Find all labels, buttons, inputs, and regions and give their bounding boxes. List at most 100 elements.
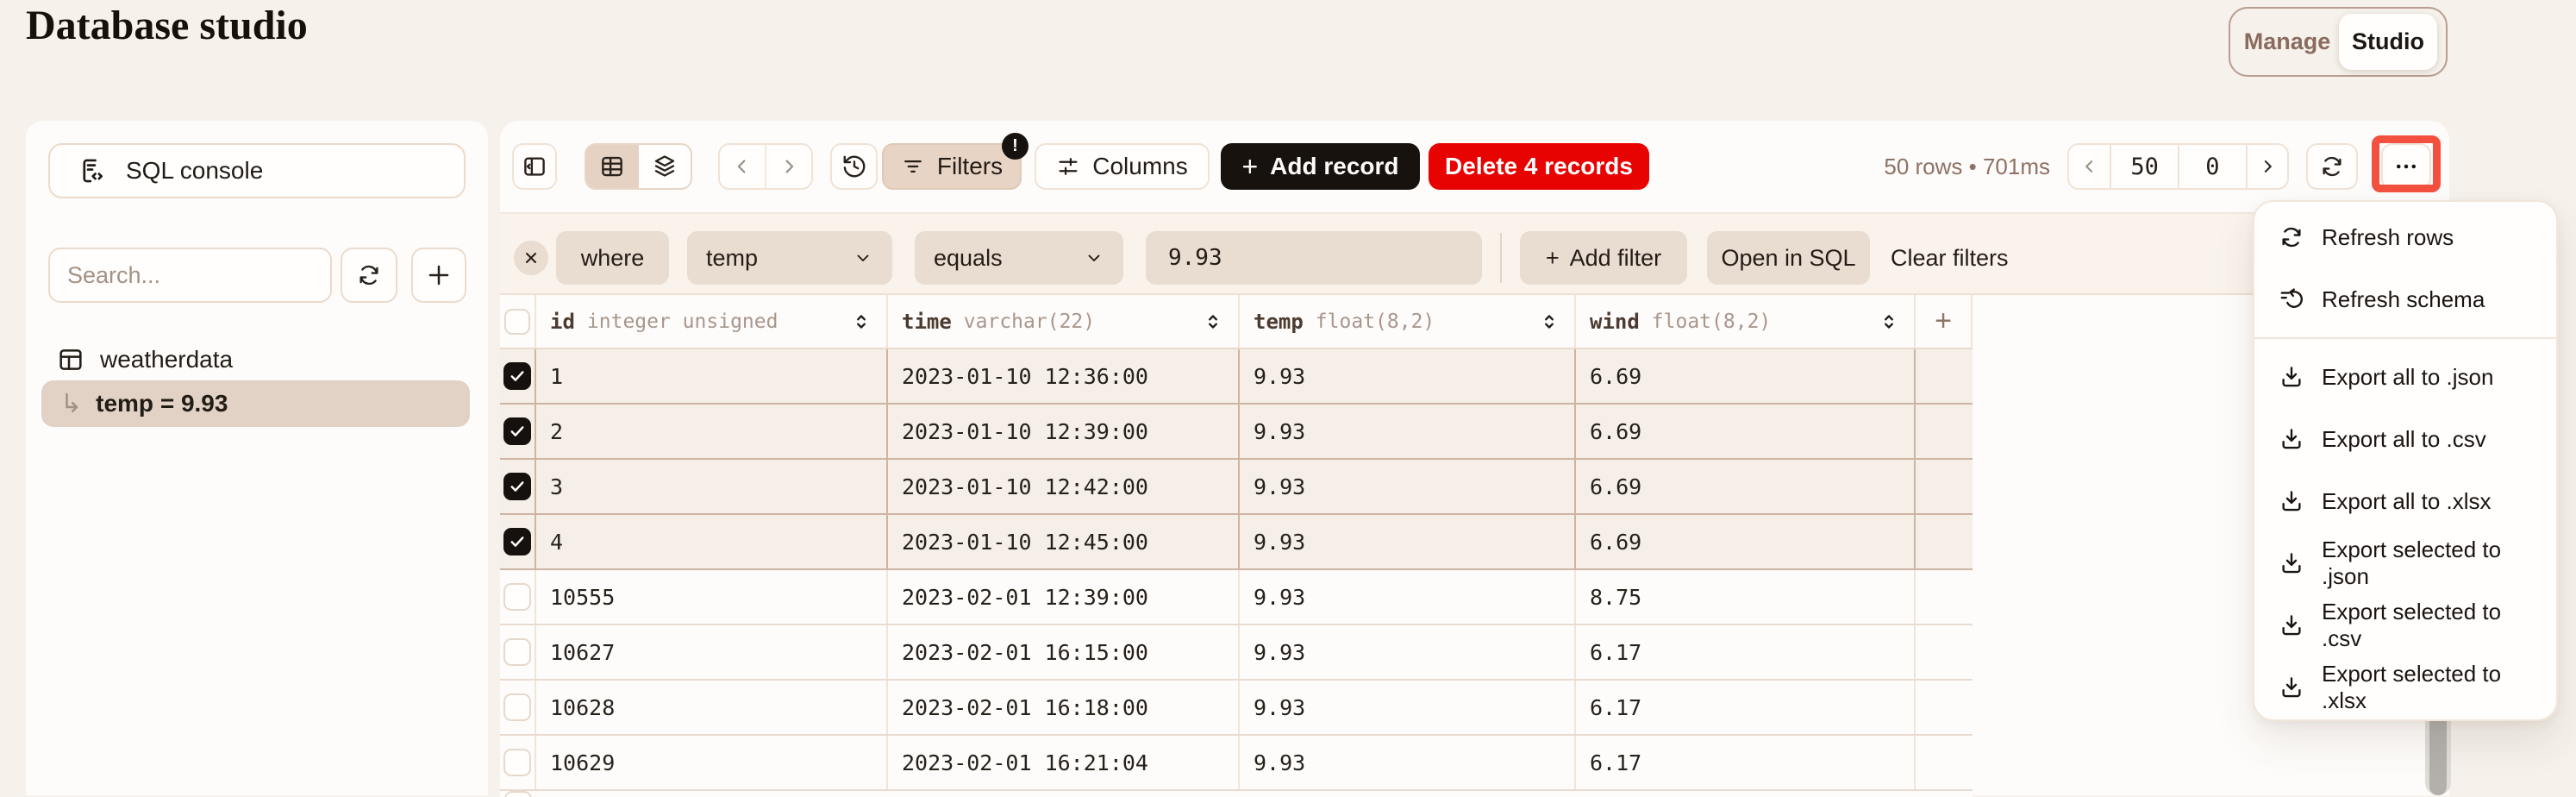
cell-wind[interactable]: 6.69: [1576, 460, 1916, 513]
filter-value-input[interactable]: [1146, 231, 1482, 285]
clear-filters-button[interactable]: Clear filters: [1891, 231, 2009, 285]
sort-icon[interactable]: [1878, 311, 1900, 333]
column-header-wind[interactable]: wind float(8,2): [1576, 295, 1916, 348]
filters-button[interactable]: Filters !: [882, 143, 1022, 190]
sort-icon[interactable]: [850, 311, 872, 333]
row-checkbox[interactable]: [503, 528, 531, 555]
sql-console-button[interactable]: SQL console: [48, 143, 466, 198]
page-title: Database studio: [26, 2, 308, 49]
cell-id[interactable]: 1: [536, 349, 888, 403]
menu-item-label: Refresh schema: [2322, 286, 2485, 313]
row-checkbox-cell: [500, 736, 536, 789]
menu-item-refresh-rows[interactable]: Refresh rows: [2254, 206, 2556, 268]
cell-time[interactable]: 2023-02-01 16:21:04: [888, 736, 1240, 789]
cell-wind[interactable]: 6.17: [1576, 681, 1916, 734]
sidebar-add-button[interactable]: [411, 248, 466, 303]
chevron-down-icon: [853, 248, 873, 268]
cell-id[interactable]: 10629: [536, 736, 888, 789]
menu-item-export-selected-json[interactable]: Export selected to .json: [2254, 532, 2556, 594]
columns-button[interactable]: Columns: [1035, 143, 1210, 190]
column-type: integer unsigned: [587, 311, 778, 333]
sort-icon[interactable]: [1202, 311, 1224, 333]
row-checkbox[interactable]: [503, 417, 531, 445]
cell-time[interactable]: 2023-01-10 12:42:00: [888, 460, 1240, 513]
cell-wind[interactable]: 6.69: [1576, 349, 1916, 403]
row-checkbox[interactable]: [503, 473, 531, 500]
cell-wind[interactable]: 6.17: [1576, 625, 1916, 679]
filter-operator-select[interactable]: equals: [915, 231, 1123, 285]
menu-item-refresh-schema[interactable]: Refresh schema: [2254, 268, 2556, 330]
prev-page-button[interactable]: [2069, 145, 2111, 188]
delete-records-button[interactable]: Delete 4 records: [1429, 143, 1649, 190]
cell-time[interactable]: 2023-02-01 16:18:00: [888, 681, 1240, 734]
history-button[interactable]: [830, 143, 878, 190]
sidebar-item-active-filter[interactable]: ↳ temp = 9.93: [41, 380, 470, 427]
cell-id[interactable]: 10628: [536, 681, 888, 734]
mode-toggle-studio[interactable]: Studio: [2339, 14, 2437, 70]
column-header-temp[interactable]: temp float(8,2): [1240, 295, 1576, 348]
cell-time[interactable]: 2023-01-10 12:45:00: [888, 515, 1240, 568]
cell-temp[interactable]: 9.93: [1240, 625, 1576, 679]
mode-toggle-manage[interactable]: Manage: [2235, 28, 2339, 55]
view-mode-toggle: [585, 143, 692, 190]
sidebar-toggle-button[interactable]: [512, 143, 557, 190]
cell-id[interactable]: 10627: [536, 625, 888, 679]
row-checkbox[interactable]: [503, 693, 531, 721]
cell-temp[interactable]: 9.93: [1240, 681, 1576, 734]
row-checkbox[interactable]: [503, 583, 531, 611]
table-view-button[interactable]: [586, 145, 639, 188]
cell-temp[interactable]: 9.93: [1240, 460, 1576, 513]
table-icon: [57, 346, 84, 373]
cell-time[interactable]: 2023-02-01 12:39:00: [888, 570, 1240, 624]
refresh-schema-icon: [2279, 286, 2304, 312]
cell-time[interactable]: 2023-01-10 12:36:00: [888, 349, 1240, 403]
filter-column-select[interactable]: temp: [687, 231, 892, 285]
sort-icon[interactable]: [1538, 311, 1560, 333]
layers-view-button[interactable]: [639, 145, 691, 188]
sidebar-item-weatherdata[interactable]: weatherdata: [57, 341, 233, 379]
sidebar-refresh-button[interactable]: [341, 248, 397, 303]
menu-item-export-selected-csv[interactable]: Export selected to .csv: [2254, 594, 2556, 656]
cell-temp[interactable]: 9.93: [1240, 736, 1576, 789]
cell-time[interactable]: 2023-01-10 12:39:00: [888, 405, 1240, 458]
cell-time[interactable]: 2023-02-01 16:15:00: [888, 625, 1240, 679]
back-button[interactable]: [720, 145, 766, 188]
cell-id[interactable]: 3: [536, 460, 888, 513]
cell-temp[interactable]: 9.93: [1240, 405, 1576, 458]
open-in-sql-button[interactable]: Open in SQL: [1707, 231, 1870, 285]
refresh-rows-button[interactable]: [2306, 143, 2358, 190]
cell-wind[interactable]: 6.17: [1576, 736, 1916, 789]
filter-operator-value: equals: [934, 245, 1003, 272]
next-page-button[interactable]: [2248, 145, 2287, 188]
chevron-left-icon: [730, 154, 754, 179]
page-offset-input[interactable]: 0: [2179, 145, 2248, 188]
menu-item-export-all-csv[interactable]: Export all to .csv: [2254, 408, 2556, 470]
menu-item-export-all-xlsx[interactable]: Export all to .xlsx: [2254, 470, 2556, 532]
cell-temp[interactable]: 9.93: [1240, 515, 1576, 568]
cell-temp[interactable]: 9.93: [1240, 570, 1576, 624]
column-name: temp: [1254, 310, 1304, 334]
remove-filter-button[interactable]: [514, 241, 548, 275]
column-header-id[interactable]: id integer unsigned: [536, 295, 888, 348]
add-record-button[interactable]: + Add record: [1221, 143, 1420, 190]
cell-wind[interactable]: 8.75: [1576, 570, 1916, 624]
page-size-input[interactable]: 50: [2111, 145, 2179, 188]
cell-id[interactable]: 2: [536, 405, 888, 458]
cell-wind[interactable]: 6.69: [1576, 405, 1916, 458]
select-all-checkbox[interactable]: [504, 309, 530, 335]
menu-item-export-selected-xlsx[interactable]: Export selected to .xlsx: [2254, 656, 2556, 719]
forward-button[interactable]: [766, 145, 811, 188]
cell-temp[interactable]: 9.93: [1240, 349, 1576, 403]
row-checkbox[interactable]: [503, 362, 531, 390]
add-column-button[interactable]: +: [1916, 295, 1973, 348]
search-input[interactable]: [67, 262, 372, 289]
row-checkbox[interactable]: [503, 749, 531, 776]
cell-wind[interactable]: 6.69: [1576, 515, 1916, 568]
add-filter-button[interactable]: + Add filter: [1520, 231, 1687, 285]
cell-id[interactable]: 4: [536, 515, 888, 568]
menu-item-export-all-json[interactable]: Export all to .json: [2254, 346, 2556, 408]
column-header-time[interactable]: time varchar(22): [888, 295, 1240, 348]
cell-id[interactable]: 10555: [536, 570, 888, 624]
row-checkbox[interactable]: [503, 638, 531, 666]
plus-icon: +: [1546, 245, 1560, 272]
